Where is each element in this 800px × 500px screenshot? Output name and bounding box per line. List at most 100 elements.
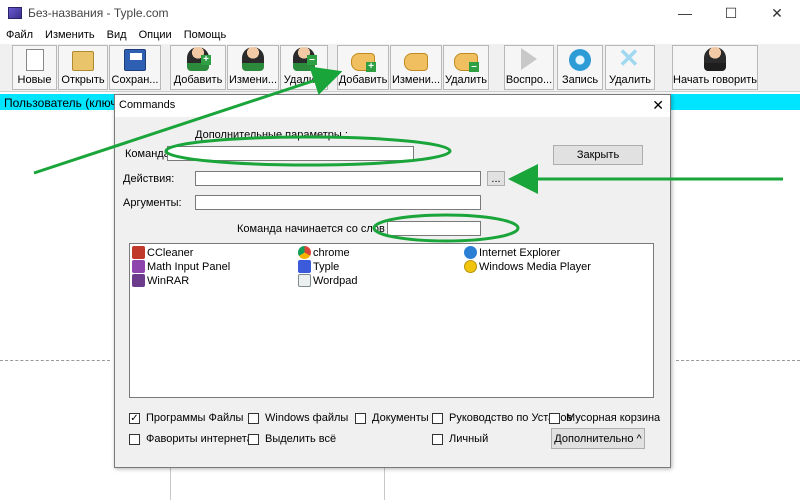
play-icon <box>517 47 541 71</box>
checkbox-label: Личный <box>449 433 489 445</box>
command-input[interactable] <box>167 146 414 161</box>
add-user-button[interactable]: + Добавить <box>170 45 226 90</box>
checkbox-checked-icon: ✓ <box>129 412 140 424</box>
title-bar: Без-названия - Typle.com — ☐ ✕ <box>0 0 800 26</box>
toolbar: Новые Открыть Сохран... + Добавить Измен… <box>0 44 800 92</box>
wordpad-icon <box>298 274 311 287</box>
app-icon <box>8 7 22 19</box>
applications-list[interactable]: CCleaner Math Input Panel WinRAR chrome … <box>129 243 654 398</box>
open-button-label: Открыть <box>61 74 105 86</box>
checkbox-icon <box>549 412 560 424</box>
command-label: Команда: <box>125 148 173 160</box>
delete-command-button[interactable]: – Удалить <box>443 45 489 90</box>
actions-label: Действия: <box>123 173 175 185</box>
plus-icon: + <box>366 62 376 72</box>
delete-record-label: Удалить <box>609 74 651 86</box>
menu-options[interactable]: Опции <box>133 29 178 41</box>
list-item[interactable]: Internet Explorer <box>464 246 560 259</box>
math-input-icon <box>132 260 145 273</box>
checkbox-icon <box>248 412 259 424</box>
maximize-button[interactable]: ☐ <box>708 0 754 26</box>
arguments-input[interactable] <box>195 195 481 210</box>
user-bar-label: Пользователь (ключе <box>4 96 124 110</box>
close-window-button[interactable]: ✕ <box>754 0 800 26</box>
checkbox-label: Выделить всё <box>265 433 337 445</box>
ie-icon <box>464 246 477 259</box>
edit-user-button[interactable]: Измени... <box>227 45 279 90</box>
user-add-icon: + <box>187 47 211 71</box>
add-command-button[interactable]: + Добавить <box>337 45 389 90</box>
user-delete-icon: – <box>293 47 317 71</box>
list-item[interactable]: WinRAR <box>132 274 189 287</box>
checkbox-windows-files[interactable]: Windows файлы <box>248 412 348 424</box>
browse-button[interactable]: ... <box>487 171 505 186</box>
menu-edit[interactable]: Изменить <box>39 29 101 41</box>
window-title: Без-названия - Typle.com <box>28 6 169 20</box>
menu-help[interactable]: Помощь <box>178 29 233 41</box>
play-label: Воспро... <box>505 74 553 86</box>
close-dialog-button[interactable]: Закрыть <box>553 145 643 165</box>
delete-user-button[interactable]: – Удали... <box>280 45 328 90</box>
checkbox-program-files[interactable]: ✓ Программы Файлы <box>129 412 243 424</box>
starts-with-input[interactable] <box>387 221 481 236</box>
delete-x-icon: ✕ <box>618 45 640 73</box>
checkbox-label: Мусорная корзина <box>566 412 661 424</box>
hand-add-icon: + <box>351 53 376 72</box>
play-button[interactable]: Воспро... <box>504 45 554 90</box>
dialog-close-icon[interactable]: ✕ <box>652 97 664 114</box>
checkbox-icon <box>248 433 259 445</box>
list-item[interactable]: Windows Media Player <box>464 260 591 273</box>
list-item[interactable]: chrome <box>298 246 350 259</box>
dialog-title: Commands <box>119 99 176 111</box>
save-button[interactable]: Сохран... <box>109 45 161 90</box>
checkbox-label: Windows файлы <box>265 412 349 424</box>
app-name: WinRAR <box>147 274 190 287</box>
save-button-label: Сохран... <box>111 74 159 86</box>
dashed-divider-right <box>676 360 800 361</box>
add-command-label: Добавить <box>338 74 388 86</box>
new-button-label: Новые <box>17 74 52 86</box>
checkbox-personal[interactable]: Личный <box>432 433 488 445</box>
checkbox-icon <box>432 433 443 445</box>
actions-input[interactable] <box>195 171 481 186</box>
checkbox-icon <box>355 412 366 424</box>
checkbox-select-all[interactable]: Выделить всё <box>248 433 336 445</box>
record-label: Запись <box>561 74 599 86</box>
start-speaking-button[interactable]: Начать говорить <box>672 45 758 90</box>
user-edit-icon <box>242 47 264 71</box>
new-button[interactable]: Новые <box>12 45 57 90</box>
checkbox-documents[interactable]: Документы <box>355 412 429 424</box>
winrar-icon <box>132 274 145 287</box>
list-item[interactable]: Wordpad <box>298 274 357 287</box>
delete-command-label: Удалить <box>445 74 487 86</box>
open-button[interactable]: Открыть <box>58 45 108 90</box>
advanced-params-label: Дополнительные параметры : <box>195 129 348 141</box>
checkbox-internet-favorites[interactable]: Фавориты интернета <box>129 433 253 445</box>
advanced-button[interactable]: Дополнительно ^ <box>551 428 645 449</box>
delete-record-button[interactable]: ✕ Удалить <box>605 45 655 90</box>
speaker-person-icon <box>704 47 726 71</box>
dialog-title-bar: Commands ✕ <box>115 95 670 117</box>
list-item[interactable]: Typle <box>298 260 339 273</box>
app-name: Internet Explorer <box>479 246 561 259</box>
app-name: CCleaner <box>147 246 194 259</box>
checkbox-recycle-bin[interactable]: Мусорная корзина <box>549 412 660 424</box>
checkbox-label: Программы Файлы <box>146 412 244 424</box>
hand-delete-icon: – <box>454 53 479 72</box>
arguments-label: Аргументы: <box>123 197 182 209</box>
list-item[interactable]: CCleaner <box>132 246 193 259</box>
edit-command-label: Измени... <box>391 74 441 86</box>
checkbox-label: Документы <box>372 412 429 424</box>
minimize-button[interactable]: — <box>662 0 708 26</box>
record-button[interactable]: Запись <box>557 45 603 90</box>
menu-view[interactable]: Вид <box>101 29 133 41</box>
edit-command-button[interactable]: Измени... <box>390 45 442 90</box>
app-name: Windows Media Player <box>479 260 591 273</box>
grid-line <box>170 466 171 500</box>
checkbox-label: Фавориты интернета <box>146 433 253 445</box>
menu-file[interactable]: Файл <box>0 29 39 41</box>
minus-icon: – <box>307 55 317 65</box>
folder-icon <box>72 51 94 71</box>
hand-edit-icon <box>404 53 428 71</box>
list-item[interactable]: Math Input Panel <box>132 260 230 273</box>
